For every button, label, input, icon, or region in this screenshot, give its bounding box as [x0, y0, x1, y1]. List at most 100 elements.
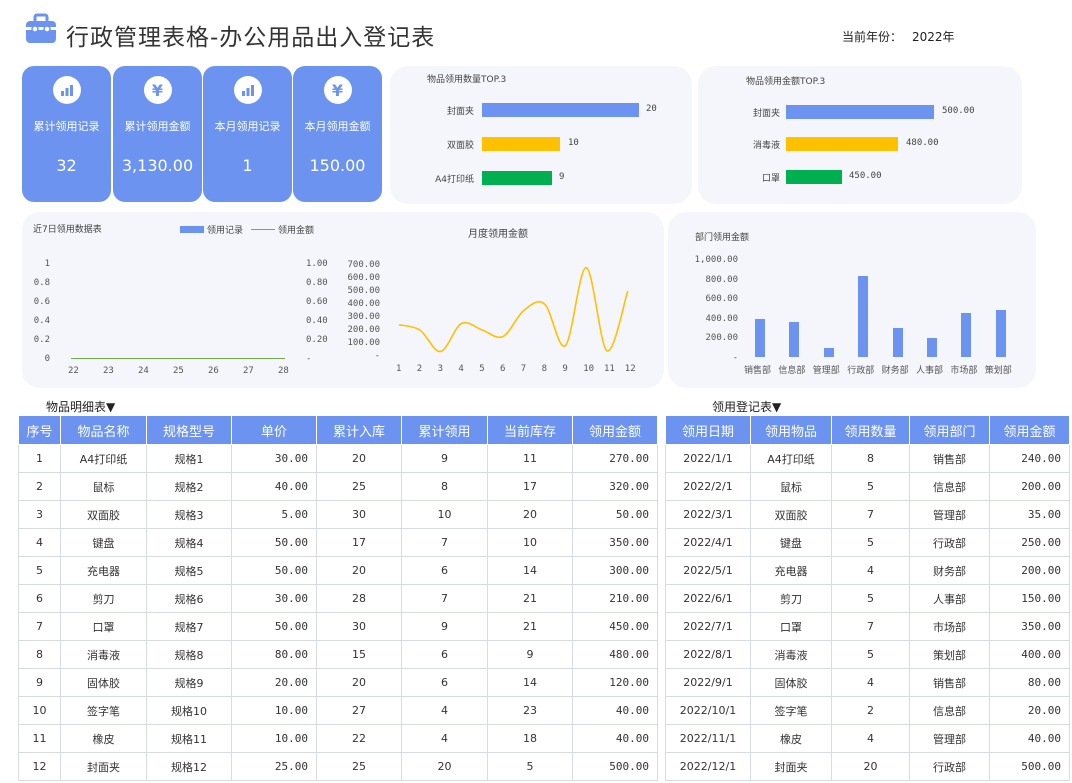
- column-header[interactable]: 物品名称: [60, 415, 147, 445]
- table-row[interactable]: 2022/1/1 A4打印纸 8 销售部 240.00: [665, 444, 1070, 473]
- table-row[interactable]: 2022/4/1 键盘 5 行政部 250.00: [665, 528, 1070, 557]
- bar: [786, 137, 898, 151]
- table-cell: 规格7: [146, 612, 232, 641]
- table-cell: 8: [18, 640, 61, 669]
- table-row[interactable]: 2022/10/1 签字笔 2 信息部 20.00: [665, 696, 1070, 725]
- column-header[interactable]: 累计领用: [401, 415, 488, 445]
- dept-panel: 部门领用金额 1,000.00 800.00 600.00 400.00 200.00 -…: [668, 212, 1036, 388]
- table-cell: 口罩: [750, 612, 832, 641]
- table-cell: 橡皮: [750, 724, 832, 753]
- table-cell: 400.00: [989, 640, 1070, 669]
- table-cell: 50.00: [231, 528, 317, 557]
- bar-label: 消毒液: [752, 141, 780, 151]
- table-cell: 销售部: [909, 668, 990, 697]
- y-tick-label: 400.00: [705, 313, 738, 324]
- table-cell: 40.00: [989, 724, 1070, 753]
- trend-panel: 近7日领用数据表 领用记录 领用金额 月度领用金额 1 0.8 0.6 0.4 0.2 0…: [22, 212, 664, 388]
- table-row[interactable]: 2022/2/1 鼠标 5 信息部 200.00: [665, 472, 1070, 501]
- table-row[interactable]: 9 固体胶 规格9 20.00 20 6 14 120.00: [18, 668, 658, 697]
- table-cell: 30.00: [231, 444, 317, 473]
- table-cell: 销售部: [909, 444, 990, 473]
- table-cell: 4: [401, 724, 488, 753]
- bar: [482, 137, 560, 151]
- table-row[interactable]: 3 双面胶 规格3 5.00 30 10 20 50.00: [18, 500, 658, 529]
- table-row[interactable]: 2022/9/1 固体胶 4 销售部 80.00: [665, 668, 1070, 697]
- table-cell: 2022/5/1: [665, 556, 751, 585]
- table-cell: 7: [831, 500, 910, 529]
- table-cell: 6: [401, 668, 488, 697]
- table-row[interactable]: 11 橡皮 规格11 10.00 22 4 18 40.00: [18, 724, 658, 753]
- table-cell: 20: [487, 500, 573, 529]
- x-tick-label: 策划部: [984, 366, 1012, 376]
- table-cell: 270.00: [572, 444, 658, 473]
- bar-chart-icon: [52, 76, 81, 104]
- table-cell: A4打印纸: [750, 444, 832, 473]
- table-row[interactable]: 2 鼠标 规格2 40.00 25 8 17 320.00: [18, 472, 658, 501]
- dept-bar: [961, 313, 972, 357]
- table-row[interactable]: 12 封面夹 规格12 25.00 25 20 5 500.00: [18, 752, 658, 781]
- table-cell: 6: [401, 640, 488, 669]
- table-cell: 规格2: [146, 472, 232, 501]
- table-cell: 市场部: [909, 612, 990, 641]
- column-header[interactable]: 领用部门: [909, 415, 990, 445]
- column-header[interactable]: 领用日期: [665, 415, 751, 445]
- column-header[interactable]: 序号: [18, 415, 61, 445]
- y-tick-label: 1,000.00: [694, 255, 738, 265]
- table-cell: 21: [487, 612, 573, 641]
- table-cell: 7: [18, 612, 61, 641]
- column-header[interactable]: 单价: [231, 415, 317, 445]
- table-cell: 剪刀: [750, 584, 832, 613]
- x-tick-label: 市场部: [950, 366, 978, 376]
- table-row[interactable]: 8 消毒液 规格8 80.00 15 6 9 480.00: [18, 640, 658, 669]
- column-header[interactable]: 领用数量: [831, 415, 910, 445]
- table-cell: 双面胶: [750, 500, 832, 529]
- table-cell: 策划部: [909, 640, 990, 669]
- table-row[interactable]: 4 键盘 规格4 50.00 17 7 10 350.00: [18, 528, 658, 557]
- table-cell: 规格9: [146, 668, 232, 697]
- top-amount-panel: 物品领用金额TOP.3 封面夹 500.00 消毒液 480.00 口罩 450…: [698, 66, 1022, 204]
- table-row[interactable]: 1 A4打印纸 规格1 30.00 20 9 11 270.00: [18, 444, 658, 473]
- table-row[interactable]: 2022/12/1 封面夹 20 行政部 500.00: [665, 752, 1070, 781]
- table-cell: 固体胶: [750, 668, 832, 697]
- table-cell: 240.00: [989, 444, 1070, 473]
- table-cell: 2022/8/1: [665, 640, 751, 669]
- table-cell: 200.00: [989, 556, 1070, 585]
- table-row[interactable]: 2022/8/1 消毒液 5 策划部 400.00: [665, 640, 1070, 669]
- table-row[interactable]: 6 剪刀 规格6 30.00 28 7 21 210.00: [18, 584, 658, 613]
- table-cell: 40.00: [231, 472, 317, 501]
- table-row[interactable]: 2022/11/1 橡皮 4 管理部 40.00: [665, 724, 1070, 753]
- column-header[interactable]: 当前库存: [487, 415, 573, 445]
- table-cell: 2022/2/1: [665, 472, 751, 501]
- column-header[interactable]: 累计入库: [316, 415, 402, 445]
- column-header[interactable]: 领用物品: [750, 415, 832, 445]
- table-row[interactable]: 2022/3/1 双面胶 7 管理部 35.00: [665, 500, 1070, 529]
- table-row[interactable]: 2022/6/1 剪刀 5 人事部 150.00: [665, 584, 1070, 613]
- column-header[interactable]: 规格型号: [146, 415, 232, 445]
- table-cell: 9: [487, 640, 573, 669]
- table-row[interactable]: 2022/5/1 充电器 4 财务部 200.00: [665, 556, 1070, 585]
- dept-chart-title: 部门领用金额: [695, 233, 750, 243]
- table-cell: 橡皮: [60, 724, 147, 753]
- items-table-title[interactable]: 物品明细表▼: [46, 398, 115, 415]
- table-row[interactable]: 10 签字笔 规格10 10.00 27 4 23 40.00: [18, 696, 658, 725]
- column-header[interactable]: 领用金额: [989, 415, 1070, 445]
- table-cell: 充电器: [750, 556, 832, 585]
- table-row[interactable]: 5 充电器 规格5 50.00 20 6 14 300.00: [18, 556, 658, 585]
- table-cell: 20: [316, 444, 402, 473]
- table-cell: 规格5: [146, 556, 232, 585]
- table-cell: 5: [487, 752, 573, 781]
- table-cell: 口罩: [60, 612, 147, 641]
- table-cell: 23: [487, 696, 573, 725]
- bar-chart-icon: [233, 76, 262, 104]
- x-tick-label: 销售部: [744, 366, 772, 376]
- y-tick-label: 200.00: [705, 333, 738, 343]
- table-cell: 消毒液: [750, 640, 832, 669]
- table-cell: 人事部: [909, 584, 990, 613]
- table-cell: 5: [831, 584, 910, 613]
- table-cell: 鼠标: [60, 472, 147, 501]
- table-cell: 12: [18, 752, 61, 781]
- column-header[interactable]: 领用金额: [572, 415, 658, 445]
- table-row[interactable]: 2022/7/1 口罩 7 市场部 350.00: [665, 612, 1070, 641]
- log-table-title[interactable]: 领用登记表▼: [712, 398, 781, 415]
- table-row[interactable]: 7 口罩 规格7 50.00 30 9 21 450.00: [18, 612, 658, 641]
